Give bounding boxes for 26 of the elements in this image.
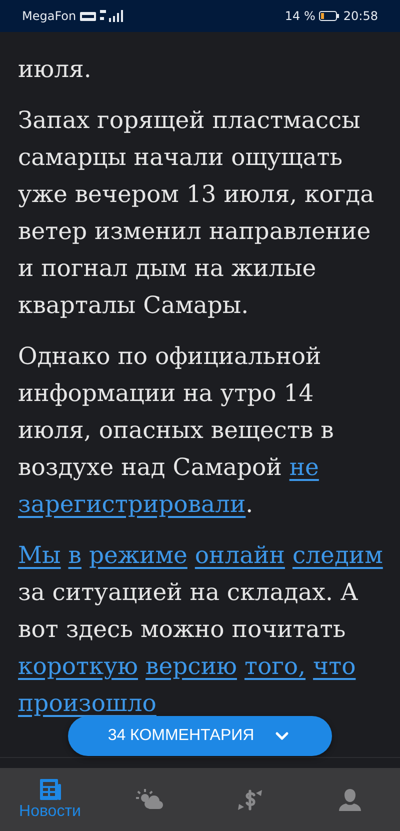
article-paragraph: июля.: [18, 54, 92, 85]
article-link[interactable]: следим: [292, 541, 383, 569]
article-link[interactable]: в: [68, 541, 82, 569]
article-link[interactable]: короткую: [18, 652, 138, 680]
clock-time: 20:58: [343, 9, 378, 23]
battery-percent: 14 %: [284, 9, 316, 23]
article-link[interactable]: произошло: [18, 689, 156, 717]
comments-button[interactable]: 34 КОММЕНТАРИЯ: [68, 716, 332, 756]
article-link[interactable]: того,: [244, 652, 306, 680]
article-paragraph: Запах горящей пластмассы самарцы начали ощущать уже вечером 13 июля, когда ветер изменил направление и погнал дым на жилые кварталы Самары.: [18, 105, 376, 321]
article-paragraph: Однако по официальной информации на утро 14 июля, опасных веществ в воздухе над Самарой не зарегистрировали.: [18, 341, 335, 520]
volte-icon: [80, 12, 96, 20]
sun-cloud-icon: [136, 788, 164, 810]
article-link[interactable]: онлайн: [194, 541, 285, 569]
user-icon: [338, 788, 362, 812]
article-link[interactable]: Мы: [18, 541, 61, 569]
article-link[interactable]: не: [289, 453, 319, 481]
currency-exchange-icon: [236, 788, 264, 812]
carrier-name: MegaFon: [22, 9, 76, 23]
signal-icon: [100, 10, 124, 22]
article-link[interactable]: что: [313, 652, 356, 680]
article-link[interactable]: зарегистрировали: [18, 490, 246, 518]
battery-icon: [319, 11, 340, 21]
article-link[interactable]: режиме: [88, 541, 188, 569]
article-link[interactable]: версию: [146, 652, 237, 680]
newspaper-icon: [38, 778, 62, 802]
